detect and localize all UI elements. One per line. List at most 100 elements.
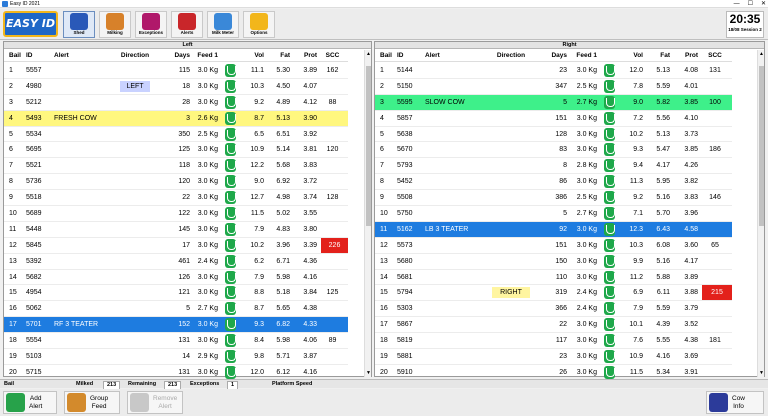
table-row[interactable]: 19 5103 14 2.9 Kg 9.8 5.71 3.87 [4, 349, 348, 365]
table-row[interactable]: 13 5680 150 3.0 Kg 9.9 5.16 4.17 [375, 254, 732, 270]
table-row[interactable]: 4 5857 151 3.0 Kg 7.2 5.56 4.10 [375, 111, 732, 127]
scroll-thumb[interactable] [366, 66, 371, 226]
header-id[interactable]: ID [26, 50, 54, 61]
header-bail[interactable]: Bail [4, 50, 26, 61]
table-row[interactable]: 15 4954 121 3.0 Kg 8.8 5.18 3.84 125 [4, 285, 348, 302]
header-bail[interactable]: Bail [375, 50, 397, 61]
cell-fat: 5.88 [656, 273, 670, 281]
milking-status-cell [222, 142, 242, 157]
table-row[interactable]: 5 5534 350 2.5 Kg 6.5 6.51 3.92 [4, 127, 348, 143]
header-days[interactable]: Days [161, 50, 194, 61]
table-row[interactable]: 3 5212 28 3.0 Kg 9.2 4.89 4.12 88 [4, 95, 348, 111]
toolbar-milk-meter-button[interactable]: Milk Meter [207, 11, 239, 38]
milking-status-cell [222, 158, 242, 173]
header-alert[interactable]: Alert [54, 50, 113, 61]
scroll-down-icon[interactable]: ▼ [366, 370, 371, 376]
table-row[interactable]: 17 5701 RF 3 TEATER 152 3.0 Kg 9.3 6.82 4.33 [4, 317, 348, 334]
cell-direction [113, 285, 161, 300]
cell-direction [113, 222, 161, 237]
group-feed-label-1: Group [90, 394, 109, 402]
table-row[interactable]: 17 5867 22 3.0 Kg 10.1 4.39 3.52 [375, 317, 732, 334]
cell-direction [487, 79, 539, 94]
header-direction[interactable]: Direction [113, 50, 161, 61]
disabled-action-button[interactable]: Remove Alert [127, 391, 183, 414]
table-row[interactable]: 16 5303 366 2.4 Kg 7.9 5.59 3.79 [375, 301, 732, 318]
table-row[interactable]: 7 5521 118 3.0 Kg 12.2 5.68 3.83 [4, 158, 348, 175]
minimize-button[interactable]: — [734, 0, 740, 8]
table-row[interactable]: 8 5736 120 3.0 Kg 9.0 6.92 3.72 [4, 174, 348, 191]
header-fat[interactable]: Fat [647, 50, 674, 61]
cell-fat: 5.13 [656, 130, 670, 138]
table-row[interactable]: 19 5881 23 3.0 Kg 10.9 4.16 3.69 [375, 349, 732, 365]
cell-scc [321, 158, 348, 173]
table-row[interactable]: 3 5595 SLOW COW 5 2.7 Kg 9.0 5.82 3.85 100 [375, 94, 732, 111]
table-row[interactable]: 14 5682 126 3.0 Kg 7.9 5.98 4.16 [4, 270, 348, 286]
header-fat[interactable]: Fat [268, 50, 294, 61]
header-milk[interactable] [222, 50, 242, 61]
table-row[interactable]: 12 5573 151 3.0 Kg 10.3 6.08 3.60 65 [375, 238, 732, 254]
toolbar-alerts-button[interactable]: Alerts [171, 11, 203, 38]
table-row[interactable]: 4 5493 FRESH COW 3 2.6 Kg 8.7 5.13 3.90 [4, 110, 348, 127]
header-feed[interactable]: Feed 1 [571, 50, 601, 61]
cell-days: 23 [559, 352, 567, 360]
bottom-toolbar: Add Alert Group Feed Remove Alert Cow Info [0, 389, 768, 416]
toolbar-options-button[interactable]: Options [243, 11, 275, 38]
scroll-thumb[interactable] [759, 66, 764, 226]
cell-vol: 10.9 [250, 146, 264, 154]
milking-cluster-icon [603, 95, 615, 109]
cell-days: 126 [178, 273, 190, 281]
header-vol[interactable]: Vol [242, 50, 268, 61]
cow-info-button[interactable]: Cow Info [706, 391, 764, 414]
header-days[interactable]: Days [539, 50, 571, 61]
header-alert[interactable]: Alert [425, 50, 487, 61]
left-scrollbar[interactable]: ▲ ▼ [364, 50, 371, 377]
table-row[interactable]: 6 5695 125 3.0 Kg 10.9 5.14 3.81 120 [4, 142, 348, 159]
header-scc[interactable]: SCC [702, 50, 732, 61]
header-scc[interactable]: SCC [321, 50, 348, 61]
table-row[interactable]: 1 5144 23 3.0 Kg 12.0 5.13 4.08 131 [375, 63, 732, 79]
table-row[interactable]: 15 5794 RIGHT 319 2.4 Kg 6.9 6.11 3.88 215 [375, 285, 732, 302]
milking-status-cell [222, 79, 242, 94]
table-row[interactable]: 2 5150 347 2.5 Kg 7.8 5.59 4.01 [375, 79, 732, 95]
table-row[interactable]: 8 5452 86 3.0 Kg 11.3 5.95 3.82 [375, 174, 732, 191]
cell-fat: 5.47 [656, 146, 670, 154]
table-row[interactable]: 16 5062 5 2.7 Kg 8.7 5.65 4.38 [4, 301, 348, 318]
toolbar-exceptions-button[interactable]: Exceptions [135, 11, 167, 38]
cell-vol: 9.3 [254, 321, 264, 329]
table-row[interactable]: 14 5681 110 3.0 Kg 11.2 5.88 3.89 [375, 270, 732, 286]
table-row[interactable]: 1 5557 115 3.0 Kg 11.1 5.30 3.89 162 [4, 63, 348, 79]
group-feed-button[interactable]: Group Feed [64, 391, 120, 414]
table-row[interactable]: 11 5162 LB 3 TEATER 92 3.0 Kg 12.3 6.43 4.58 [375, 221, 732, 238]
header-prot[interactable]: Prot [294, 50, 321, 61]
header-direction[interactable]: Direction [487, 50, 539, 61]
header-vol[interactable]: Vol [621, 50, 647, 61]
header-milk[interactable] [601, 50, 621, 61]
table-row[interactable]: 6 5670 83 3.0 Kg 9.3 5.47 3.85 186 [375, 142, 732, 159]
cell-scc [321, 317, 348, 332]
toolbar-milking-button[interactable]: Milking [99, 11, 131, 38]
table-row[interactable]: 11 5448 145 3.0 Kg 7.9 4.83 3.80 [4, 222, 348, 238]
easy-id-logo: EASY ID [3, 11, 58, 37]
table-row[interactable]: 13 5392 461 2.4 Kg 6.2 6.71 4.36 [4, 254, 348, 270]
header-feed[interactable]: Feed 1 [194, 50, 222, 61]
right-scrollbar[interactable]: ▲ ▼ [757, 50, 764, 377]
scroll-down-icon[interactable]: ▼ [759, 370, 764, 376]
close-button[interactable]: ✕ [761, 0, 766, 8]
table-row[interactable]: 18 5819 117 3.0 Kg 7.6 5.55 4.38 181 [375, 333, 732, 350]
table-row[interactable]: 9 5508 386 2.5 Kg 9.2 5.16 3.83 146 [375, 190, 732, 207]
header-prot[interactable]: Prot [674, 50, 702, 61]
maximize-button[interactable]: ☐ [748, 0, 753, 8]
toolbar-shed-button[interactable]: Shed [63, 11, 95, 38]
table-row[interactable]: 9 5518 22 3.0 Kg 12.7 4.98 3.74 128 [4, 190, 348, 207]
scroll-up-icon[interactable]: ▲ [759, 51, 764, 57]
table-row[interactable]: 12 5845 17 3.0 Kg 10.2 3.96 3.39 226 [4, 237, 348, 254]
table-row[interactable]: 5 5638 128 3.0 Kg 10.2 5.13 3.73 [375, 127, 732, 143]
table-row[interactable]: 10 5750 5 2.7 Kg 7.1 5.70 3.96 [375, 206, 732, 222]
table-row[interactable]: 2 4980 LEFT 18 3.0 Kg 10.3 4.50 4.07 [4, 79, 348, 95]
table-row[interactable]: 18 5554 131 3.0 Kg 8.4 5.98 4.06 89 [4, 333, 348, 350]
table-row[interactable]: 7 5793 8 2.8 Kg 9.4 4.17 4.26 [375, 158, 732, 175]
add-alert-button[interactable]: Add Alert [3, 391, 57, 414]
table-row[interactable]: 10 5689 122 3.0 Kg 11.5 5.02 3.55 [4, 206, 348, 222]
header-id[interactable]: ID [397, 50, 425, 61]
scroll-up-icon[interactable]: ▲ [366, 51, 371, 57]
